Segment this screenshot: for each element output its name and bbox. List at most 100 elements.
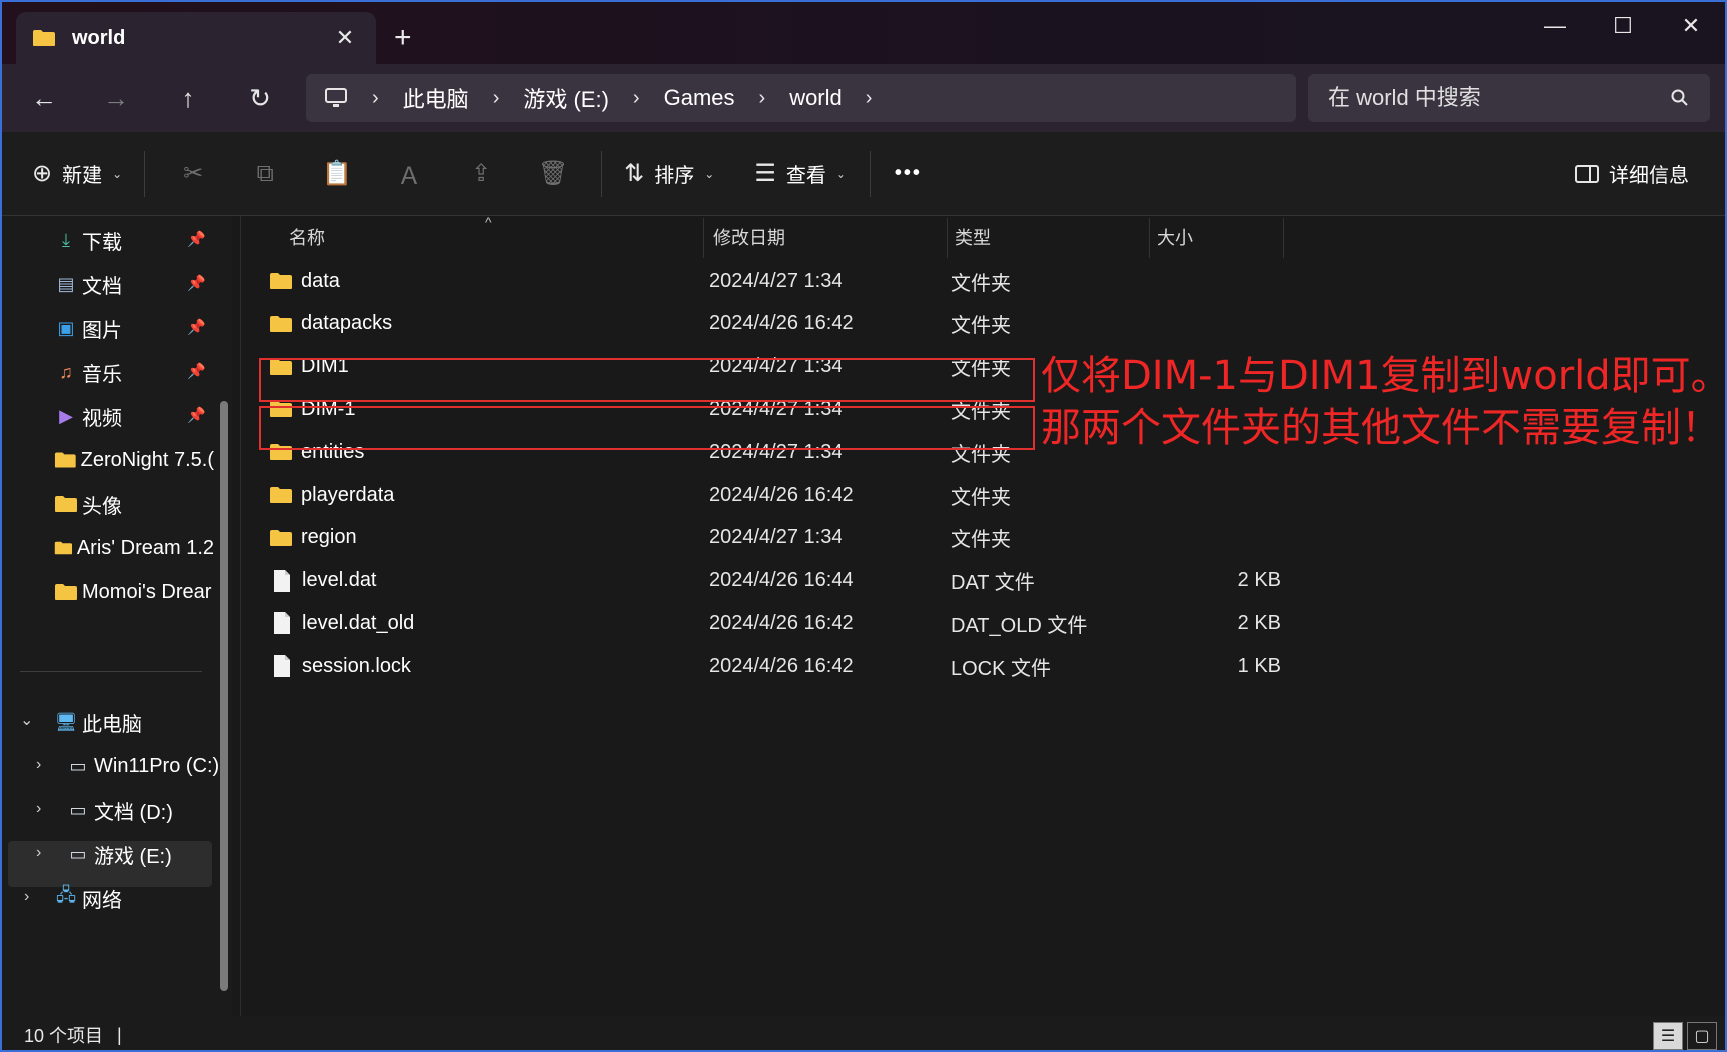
- view-button[interactable]: ☰ 查看 ⌄: [754, 150, 846, 198]
- copy-icon[interactable]: ⧉: [229, 160, 301, 188]
- column-divider[interactable]: [703, 218, 704, 258]
- cut-icon[interactable]: ✂: [157, 159, 229, 188]
- rename-icon[interactable]: Ａ: [373, 156, 445, 191]
- command-bar: ⊕ 新建 ⌄ ✂ ⧉ 📋 Ａ ⇪ 🗑 ⇅ 排序 ⌄ ☰ 查看 ⌄ ••• 详细信…: [2, 132, 1725, 216]
- file-row[interactable]: level.dat 2024/4/26 16:44 DAT 文件 2 KB: [241, 558, 1281, 604]
- file-row[interactable]: session.lock 2024/4/26 16:42 LOCK 文件 1 KB: [241, 643, 1281, 689]
- chevron-right-icon[interactable]: ›: [36, 844, 41, 862]
- sidebar-item-label: 图片: [82, 319, 122, 342]
- file-name-cell[interactable]: level.dat_old: [269, 600, 414, 646]
- column-header-type[interactable]: 类型: [955, 216, 991, 258]
- file-name-cell[interactable]: playerdata: [269, 472, 394, 518]
- chevron-right-icon[interactable]: ›: [759, 87, 766, 110]
- up-button[interactable]: ↑: [166, 78, 210, 118]
- pin-icon[interactable]: 📌: [187, 274, 206, 292]
- breadcrumb-drive-e[interactable]: 游戏 (E:): [523, 82, 609, 114]
- chevron-right-icon[interactable]: ›: [36, 756, 41, 774]
- chevron-right-icon[interactable]: ›: [372, 87, 379, 110]
- sidebar-item-drive-d[interactable]: ▭ 文档 (D:): [66, 788, 172, 832]
- delete-icon[interactable]: 🗑: [517, 159, 589, 188]
- column-header-modified[interactable]: 修改日期: [713, 216, 785, 258]
- more-options-icon[interactable]: •••: [895, 150, 922, 198]
- details-label: 详细信息: [1609, 165, 1689, 187]
- file-name: datapacks: [301, 312, 393, 335]
- maximize-button[interactable]: ☐: [1588, 8, 1658, 44]
- sidebar-item-drive-c[interactable]: ▭ Win11Pro (C:): [66, 744, 219, 788]
- folder-icon: [55, 584, 77, 600]
- sidebar-item-downloads[interactable]: ⤓ 下载: [54, 218, 122, 262]
- status-bar: 10 个项目 | ☰ ▢: [2, 1016, 1725, 1050]
- file-type: DAT 文件: [951, 572, 1035, 595]
- sidebar-item-label: 音乐: [82, 363, 122, 386]
- sidebar-item-zeronight[interactable]: ZeroNight 7.5.(: [54, 438, 214, 482]
- new-tab-button[interactable]: +: [394, 20, 412, 56]
- sidebar-item-avatar[interactable]: 头像: [54, 482, 122, 526]
- sidebar-item-momoi-dream[interactable]: Momoi's Drear: [54, 570, 214, 614]
- chevron-down-icon[interactable]: ⌄: [20, 710, 33, 730]
- tiles-view-icon[interactable]: ▢: [1687, 1022, 1717, 1050]
- sidebar-item-documents[interactable]: ▤ 文档: [54, 262, 122, 306]
- details-pane-button[interactable]: 详细信息: [1575, 150, 1689, 198]
- search-box[interactable]: [1308, 74, 1710, 122]
- breadcrumb-games[interactable]: Games: [664, 85, 735, 111]
- file-name-cell[interactable]: level.dat: [269, 558, 377, 604]
- breadcrumb-world[interactable]: world: [789, 85, 842, 111]
- share-icon[interactable]: ⇪: [445, 159, 517, 188]
- file-name-cell[interactable]: session.lock: [269, 643, 411, 689]
- chevron-right-icon[interactable]: ›: [36, 800, 41, 818]
- details-view-icon[interactable]: ☰: [1653, 1022, 1683, 1050]
- column-divider[interactable]: [1149, 218, 1150, 258]
- sidebar-item-drive-e[interactable]: ▭ 游戏 (E:): [66, 832, 171, 876]
- close-window-button[interactable]: ✕: [1656, 8, 1725, 44]
- sidebar-item-pictures[interactable]: ▣ 图片: [54, 306, 122, 350]
- chevron-right-icon[interactable]: ›: [24, 888, 29, 906]
- pin-icon[interactable]: 📌: [187, 230, 206, 248]
- chevron-right-icon[interactable]: ›: [633, 87, 640, 110]
- forward-button[interactable]: →: [94, 78, 138, 118]
- sidebar-item-network[interactable]: 🖧 网络: [54, 876, 122, 920]
- file-name-cell[interactable]: data: [269, 258, 340, 304]
- file-row[interactable]: data 2024/4/27 1:34 文件夹: [241, 258, 1241, 304]
- file-row[interactable]: region 2024/4/27 1:34 文件夹: [241, 515, 1241, 561]
- back-button[interactable]: ←: [22, 78, 66, 118]
- column-header-size[interactable]: 大小: [1157, 216, 1193, 258]
- item-count: 10 个项目: [24, 1026, 104, 1046]
- network-icon: 🖧: [55, 885, 77, 905]
- address-bar[interactable]: › 此电脑 › 游戏 (E:) › Games › world ›: [306, 74, 1296, 122]
- pin-icon[interactable]: 📌: [187, 406, 206, 424]
- sidebar-scrollbar[interactable]: [220, 401, 228, 991]
- file-name-cell[interactable]: region: [269, 515, 357, 561]
- breadcrumb-this-pc[interactable]: 此电脑: [403, 82, 469, 114]
- sidebar-item-music[interactable]: ♫ 音乐: [54, 350, 122, 394]
- file-size: [1151, 258, 1281, 304]
- file-row[interactable]: level.dat_old 2024/4/26 16:42 DAT_OLD 文件 2 …: [241, 600, 1281, 646]
- tab-close-icon[interactable]: ✕: [330, 25, 360, 51]
- chevron-down-icon: ⌄: [704, 166, 715, 181]
- column-divider[interactable]: [947, 218, 948, 258]
- windows-drive-icon: ▭: [69, 755, 87, 776]
- file-row[interactable]: datapacks 2024/4/26 16:42 文件夹: [241, 301, 1241, 347]
- file-name-cell[interactable]: datapacks: [269, 301, 392, 347]
- pin-icon[interactable]: 📌: [187, 318, 206, 336]
- search-icon[interactable]: [1670, 88, 1690, 108]
- pin-icon[interactable]: 📌: [187, 362, 206, 380]
- column-header-name[interactable]: 名称: [289, 216, 325, 258]
- new-button[interactable]: ⊕ 新建 ⌄: [32, 150, 122, 198]
- sidebar-item-aris-dream[interactable]: Aris' Dream 1.2: [54, 526, 214, 570]
- tab-world[interactable]: world ✕: [16, 12, 376, 64]
- chevron-right-icon[interactable]: ›: [866, 87, 873, 110]
- sort-icon: ⇅: [624, 160, 645, 187]
- search-input[interactable]: [1328, 85, 1670, 111]
- divider: [601, 150, 603, 197]
- sidebar-item-videos[interactable]: ▶ 视频: [54, 394, 122, 438]
- column-divider[interactable]: [1283, 218, 1284, 258]
- file-name: level.dat: [302, 569, 377, 592]
- refresh-button[interactable]: ↻: [238, 78, 282, 118]
- chevron-right-icon[interactable]: ›: [493, 87, 500, 110]
- sidebar-item-this-pc[interactable]: 🖥 此电脑: [54, 700, 142, 744]
- sort-button[interactable]: ⇅ 排序 ⌄: [624, 150, 714, 198]
- file-row[interactable]: playerdata 2024/4/26 16:42 文件夹: [241, 472, 1241, 518]
- paste-icon[interactable]: 📋: [301, 159, 373, 188]
- view-toggle: ☰ ▢: [1653, 1022, 1717, 1050]
- minimize-button[interactable]: —: [1520, 8, 1590, 44]
